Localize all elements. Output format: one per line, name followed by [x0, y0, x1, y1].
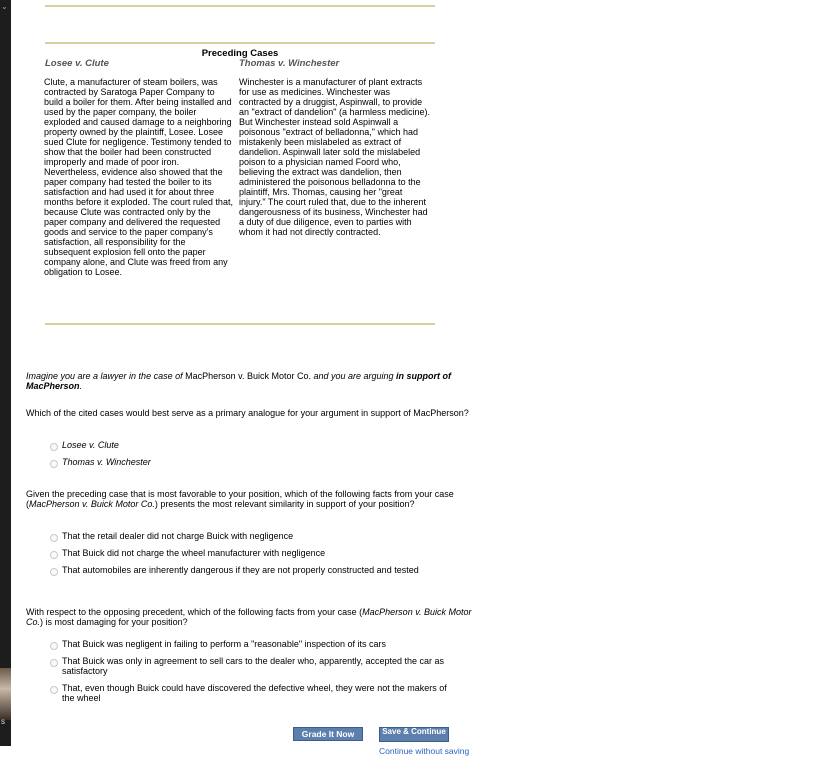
radio-button[interactable] — [50, 659, 58, 667]
top-divider — [45, 5, 435, 7]
case-name-winchester: Thomas v. Winchester — [239, 58, 340, 69]
radio-button[interactable] — [50, 460, 58, 468]
q1-option-winchester[interactable]: Thomas v. Winchester — [50, 457, 151, 468]
cases-top-divider — [45, 42, 435, 44]
q1-option-losee[interactable]: Losee v. Clute — [50, 440, 119, 451]
q3-option-3[interactable]: That, even though Buick could have disco… — [50, 683, 460, 703]
sidebar-letter: s — [1, 717, 5, 726]
cases-bottom-divider — [45, 323, 435, 325]
continue-without-saving-link[interactable]: Continue without saving — [379, 746, 469, 756]
q2-option-3[interactable]: That automobiles are inherently dangerou… — [50, 565, 442, 576]
case-name-losee: Losee v. Clute — [45, 58, 109, 69]
q2-option-1[interactable]: That the retail dealer did not charge Bu… — [50, 531, 450, 542]
save-and-continue-button[interactable]: Save & Continue — [379, 727, 449, 742]
radio-button[interactable] — [50, 568, 58, 576]
question-1-stem: Which of the cited cases would best serv… — [26, 408, 469, 418]
q2-option-2[interactable]: That Buick did not charge the wheel manu… — [50, 548, 450, 559]
prompt-case-name: MacPherson v. Buick Motor Co. — [185, 371, 311, 381]
case-text-losee: Clute, a manufacturer of steam boilers, … — [44, 77, 233, 277]
radio-button[interactable] — [50, 443, 58, 451]
grade-it-now-button[interactable]: Grade It Now — [293, 727, 363, 741]
radio-button[interactable] — [50, 551, 58, 559]
radio-button[interactable] — [50, 534, 58, 542]
question-2-stem: Given the preceding case that is most fa… — [26, 489, 454, 509]
question-3-stem: With respect to the opposing precedent, … — [26, 607, 472, 627]
chevron-icon: ⌄ — [1, 2, 8, 11]
left-edge-panel: ⌄ s — [0, 0, 11, 746]
thumbnail-image — [0, 668, 11, 720]
radio-button[interactable] — [50, 686, 58, 694]
case-text-winchester: Winchester is a manufacturer of plant ex… — [239, 77, 430, 237]
q3-option-2[interactable]: That Buick was only in agreement to sell… — [50, 656, 460, 676]
radio-button[interactable] — [50, 642, 58, 650]
q3-option-1[interactable]: That Buick was negligent in failing to p… — [50, 639, 470, 650]
scenario-prompt: Imagine you are a lawyer in the case of … — [26, 371, 452, 391]
